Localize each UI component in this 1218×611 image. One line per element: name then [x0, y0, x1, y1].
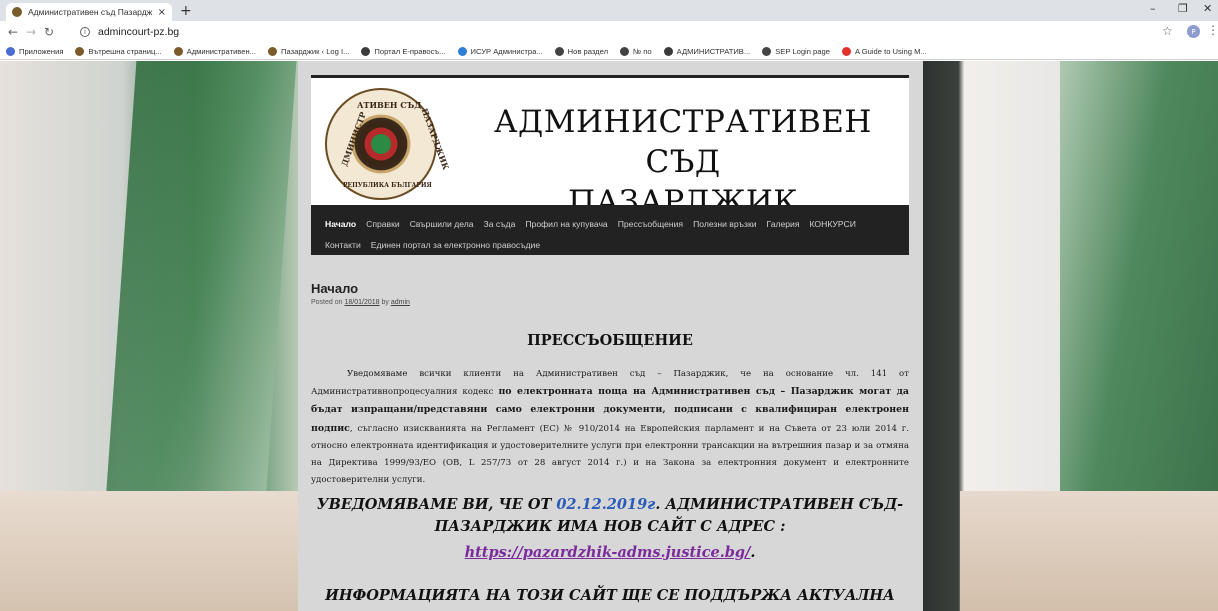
bookmark-icon [75, 46, 85, 56]
menu-item[interactable]: Профил на купувача [525, 219, 607, 229]
url-text[interactable]: admincourt-pz.bg [98, 26, 179, 38]
logo-text-right: ПАЗАРДЖИК [419, 106, 452, 172]
bookmark-item[interactable]: A Guide to Using M... [841, 46, 927, 56]
bookmark-item[interactable]: SEP Login page [762, 46, 830, 56]
court-favicon-icon [12, 7, 22, 17]
lion-emblem-icon [358, 121, 404, 167]
site-title: АДМИНИСТРАТИВЕН СЪД ПАЗАРДЖИК [463, 102, 903, 222]
browser-toolbar: ← → ↻ i admincourt-pz.bg [0, 21, 1218, 43]
menu-item[interactable]: Контакти [325, 240, 361, 250]
bookmark-item[interactable]: Пазарджик ‹ Log I... [268, 46, 350, 56]
menu-item[interactable]: Прессъобщения [618, 219, 683, 229]
bookmark-icon [841, 46, 851, 56]
post-author-link[interactable]: admin [391, 299, 410, 306]
right-table-image [960, 491, 1218, 611]
press-body: Уведомяваме всички клиенти на Администра… [311, 366, 909, 489]
bookmark-label: Портал Е-правосъ... [374, 46, 446, 56]
menu-item[interactable]: Свършили дела [410, 219, 474, 229]
bookmark-item[interactable]: Административен... [173, 46, 257, 56]
bookmark-item[interactable]: Вътрешна страниц... [75, 46, 162, 56]
restore-icon[interactable]: ❐ [1178, 2, 1188, 15]
new-site-link-line: https://pazardzhik-adms.justice.bg/. [311, 544, 909, 561]
menu-item[interactable]: КОНКУРСИ [810, 219, 856, 229]
bookmark-icon [554, 46, 564, 56]
by-label: by [381, 299, 389, 306]
site-title-line1: АДМИНИСТРАТИВЕН СЪД [494, 104, 872, 180]
bookmark-icon [457, 46, 467, 56]
bookmark-label: Приложения [19, 46, 64, 56]
window-close-icon[interactable]: ✕ [1203, 2, 1212, 15]
profile-avatar[interactable]: P [1187, 25, 1200, 38]
right-flag-image [1060, 61, 1218, 531]
new-tab-icon[interactable]: + [180, 3, 192, 19]
bookmark-label: A Guide to Using M... [854, 46, 927, 56]
bookmark-icon [6, 46, 15, 56]
menu-item[interactable]: Галерия [767, 219, 800, 229]
forward-icon[interactable]: → [22, 25, 40, 39]
bookmark-icon [663, 46, 673, 56]
menu-item[interactable]: За съда [484, 219, 516, 229]
bookmark-label: Административен... [186, 46, 257, 56]
posted-on-label: Posted on [311, 299, 343, 306]
bookmark-icon [762, 46, 772, 56]
bookmark-label: Пазарджик ‹ Log I... [281, 46, 350, 56]
tab-strip: Административен съд Пазардж × + – ❐ ✕ [0, 0, 1218, 21]
left-flag-image [103, 61, 297, 531]
site-header: АТИВЕН СЪД ДМИНИСТР ПАЗАРДЖИК РЕПУБЛИКА … [311, 75, 909, 220]
bookmark-star-icon[interactable]: ☆ [1162, 24, 1173, 38]
bookmark-item[interactable]: АДМИНИСТРАТИВ... [663, 46, 751, 56]
press-body-text2: , съгласно изискванията на Регламент (ЕС… [311, 423, 909, 486]
bookmark-label: Вътрешна страниц... [88, 46, 162, 56]
left-table-image [0, 491, 310, 611]
bookmark-item[interactable]: Нов раздел [554, 46, 609, 56]
bookmark-item[interactable]: ИСУР Администра... [457, 46, 543, 56]
tab-title: Административен съд Пазардж [28, 7, 153, 17]
info-icon[interactable]: i [80, 26, 90, 37]
bookmark-label: АДМИНИСТРАТИВ... [676, 46, 751, 56]
bookmark-icon [268, 46, 278, 56]
notice-date: 02.12.2019г [556, 496, 656, 513]
new-site-notice: УВЕДОМЯВАМЕ ВИ, ЧЕ ОТ 02.12.2019г. АДМИН… [311, 494, 909, 538]
post-meta: Posted on 18/01/2018 by admin [311, 299, 410, 306]
bookmark-item[interactable]: № по [620, 46, 652, 56]
back-icon[interactable]: ← [4, 25, 22, 39]
logo-text-bottom: РЕПУБЛИКА БЪЛГАРИЯ [343, 182, 432, 189]
bookmark-label: ИСУР Администра... [470, 46, 543, 56]
bookmark-icon [361, 46, 371, 56]
bookmark-label: Нов раздел [567, 46, 609, 56]
notice-prefix: УВЕДОМЯВАМЕ ВИ, ЧЕ ОТ [316, 496, 557, 513]
main-menu: Начало Справки Свършили дела За съда Профил … [311, 205, 909, 255]
bookmark-label: № по [633, 46, 652, 56]
post-date-link[interactable]: 18/01/2018 [344, 299, 379, 306]
menu-item[interactable]: Полезни връзки [693, 219, 756, 229]
minimize-icon[interactable]: – [1150, 2, 1156, 15]
new-site-link[interactable]: https://pazardzhik-adms.justice.bg/ [465, 544, 751, 561]
bookmark-icon [173, 46, 183, 56]
court-logo[interactable]: АТИВЕН СЪД ДМИНИСТР ПАЗАРДЖИК РЕПУБЛИКА … [325, 88, 451, 200]
menu-item[interactable]: Начало [325, 219, 356, 229]
logo-text-top: АТИВЕН СЪД [357, 100, 422, 110]
browser-tab[interactable]: Административен съд Пазардж × [6, 3, 172, 21]
reload-icon[interactable]: ↻ [40, 25, 58, 39]
address-bar[interactable]: i admincourt-pz.bg [80, 23, 179, 40]
bookmark-item[interactable]: Приложения [6, 46, 64, 56]
menu-item[interactable]: Единен портал за електронно правосъдие [371, 240, 540, 250]
bookmark-label: SEP Login page [775, 46, 830, 56]
menu-row: Начало Справки Свършили дела За съда Профил … [325, 213, 899, 234]
menu-row: Контакти Единен портал за електронно прав… [325, 234, 899, 255]
menu-item[interactable]: Справки [366, 219, 400, 229]
site-container: АТИВЕН СЪД ДМИНИСТР ПАЗАРДЖИК РЕПУБЛИКА … [298, 61, 923, 611]
close-tab-icon[interactable]: × [158, 7, 166, 18]
bookmark-icon [620, 46, 630, 56]
link-period: . [750, 544, 756, 561]
support-notice: ИНФОРМАЦИЯТА НА ТОЗИ САЙТ ЩЕ СЕ ПОДДЪРЖА… [325, 587, 895, 611]
menu-kebab-icon[interactable]: ⋮ [1207, 23, 1218, 37]
bookmark-item[interactable]: Портал Е-правосъ... [361, 46, 446, 56]
post-title: Начало [311, 281, 359, 296]
press-heading: ПРЕССЪОБЩЕНИЕ [527, 332, 693, 349]
bookmarks-bar: Приложения Вътрешна страниц... Администрат… [0, 43, 1218, 60]
